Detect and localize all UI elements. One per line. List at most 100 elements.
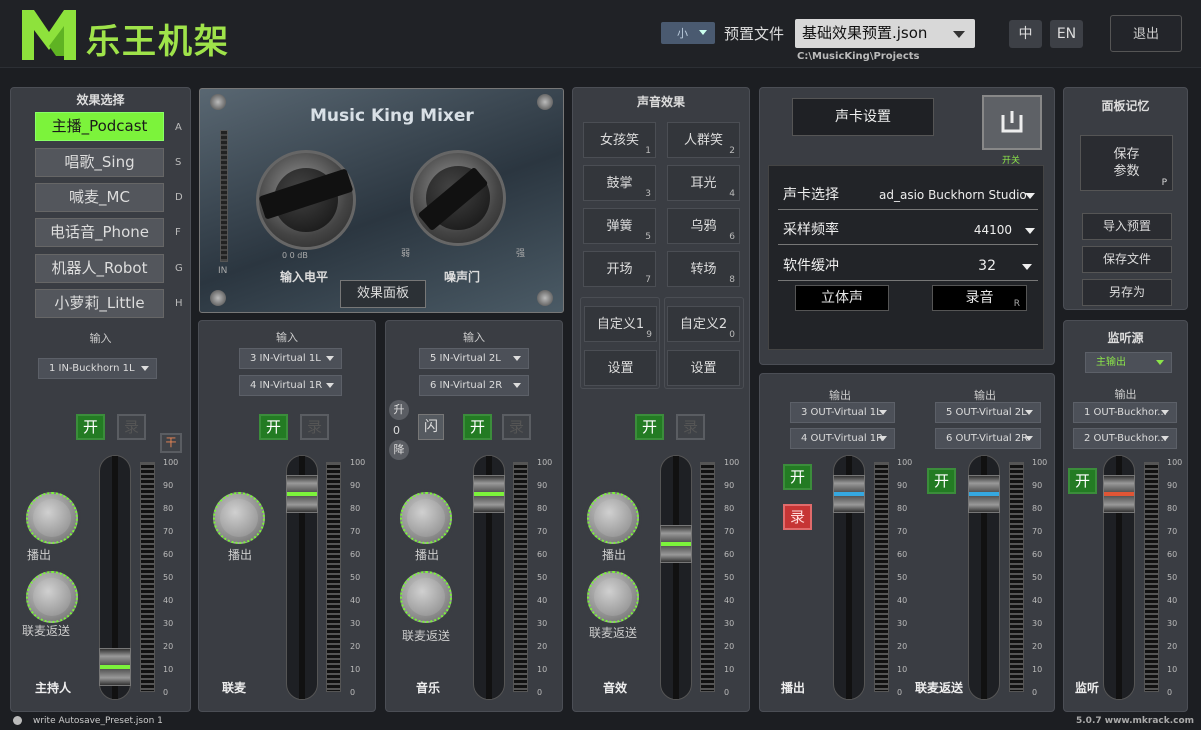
- effect-podcast-button[interactable]: 主播_Podcast: [35, 112, 164, 141]
- save-params-button[interactable]: 保存 参数 P: [1080, 135, 1173, 191]
- music-broadcast-knob-cap: [407, 499, 445, 537]
- monitor-scale-tick: 40: [1167, 596, 1178, 605]
- host-on-button[interactable]: 开: [76, 414, 105, 440]
- music-channel-name: 音乐: [416, 681, 441, 695]
- monitor-out1-dropdown[interactable]: 1 OUT-Buckhor...: [1073, 402, 1177, 423]
- music-flash-button[interactable]: 闪: [418, 414, 444, 440]
- host-broadcast-knob-label: 播出: [27, 548, 52, 562]
- buffer-row[interactable]: 软件缓冲 32: [778, 252, 1038, 281]
- effect-mc-button[interactable]: 喊麦_MC: [35, 183, 164, 212]
- broadcast-scale-tick: 50: [897, 573, 908, 582]
- monitor-output-label: 输出: [1114, 388, 1137, 401]
- sfx-button[interactable]: 人群笑 2: [667, 122, 740, 158]
- broadcast-on-button[interactable]: 开: [783, 464, 812, 490]
- broadcast-fader-knob[interactable]: [833, 474, 865, 513]
- return-scale-tick: 60: [1032, 550, 1043, 559]
- music-fader-knob[interactable]: [473, 474, 505, 513]
- return-out2-dropdown[interactable]: 6 OUT-Virtual 2R: [935, 428, 1041, 449]
- effect-robot-button[interactable]: 机器人_Robot: [35, 254, 164, 283]
- guest-fader-knob[interactable]: [286, 474, 318, 513]
- host-broadcast-knob[interactable]: [26, 492, 78, 544]
- music-on-button[interactable]: 开: [463, 414, 492, 440]
- music-rec-button[interactable]: 录: [502, 414, 531, 440]
- return-out1-dropdown[interactable]: 5 OUT-Virtual 2L: [935, 402, 1041, 423]
- music-input2-dropdown[interactable]: 6 IN-Virtual 2R: [419, 375, 529, 396]
- size-dropdown[interactable]: 小: [661, 22, 715, 44]
- sfx-fader-indicator: [661, 541, 691, 546]
- broadcast-rec-button[interactable]: 录: [783, 504, 812, 530]
- sfx-button[interactable]: 开场 7: [583, 251, 656, 287]
- return-fader-knob[interactable]: [968, 474, 1000, 513]
- custom1-key: 9: [646, 330, 652, 340]
- lang-cn-button[interactable]: 中: [1009, 20, 1042, 48]
- custom2-button[interactable]: 自定义2 0: [667, 306, 740, 342]
- effect-phone-button[interactable]: 电话音_Phone: [35, 218, 164, 247]
- host-dry-button[interactable]: 干: [160, 433, 182, 453]
- stereo-button[interactable]: 立体声: [795, 285, 889, 311]
- sfx-button[interactable]: 鼓掌 3: [583, 165, 656, 201]
- monitor-source-dropdown[interactable]: 主输出: [1085, 352, 1172, 373]
- chevron-down-icon: [513, 356, 521, 361]
- music-up-button[interactable]: 升: [389, 400, 409, 420]
- custom1-settings-button[interactable]: 设置: [584, 350, 657, 386]
- broadcast-scale-tick: 70: [897, 527, 908, 536]
- sfx-fader-track[interactable]: [660, 455, 692, 700]
- broadcast-channel-name: 播出: [781, 681, 806, 695]
- power-button[interactable]: [982, 95, 1042, 150]
- sfx-button[interactable]: 乌鸦 6: [667, 208, 740, 244]
- effect-little-button[interactable]: 小萝莉_Little: [35, 289, 164, 318]
- sfx-broadcast-knob[interactable]: [587, 492, 639, 544]
- custom1-button[interactable]: 自定义1 9: [584, 306, 657, 342]
- sfx-fader-knob[interactable]: [660, 524, 692, 563]
- guest-rec-button[interactable]: 录: [300, 414, 329, 440]
- music-return-knob[interactable]: [400, 571, 452, 623]
- sfx-button[interactable]: 弹簧 5: [583, 208, 656, 244]
- soundcard-select-row[interactable]: 声卡选择 ad_asio Buckhorn Studio: [778, 181, 1038, 210]
- sfx-button[interactable]: 女孩笑 1: [583, 122, 656, 158]
- sfx-button[interactable]: 转场 8: [667, 251, 740, 287]
- broadcast-scale-tick: 90: [897, 481, 908, 490]
- preset-dropdown[interactable]: 基础效果预置.json: [795, 19, 975, 48]
- host-fader-knob[interactable]: [99, 648, 131, 687]
- lang-en-button[interactable]: EN: [1050, 20, 1083, 48]
- custom2-settings-button[interactable]: 设置: [667, 350, 740, 386]
- broadcast-scale-tick: 20: [897, 642, 908, 651]
- host-input-dropdown[interactable]: 1 IN-Buckhorn 1L: [38, 358, 157, 379]
- import-preset-button[interactable]: 导入预置: [1082, 213, 1172, 240]
- sfx-button[interactable]: 耳光 4: [667, 165, 740, 201]
- effect-sing-button[interactable]: 唱歌_Sing: [35, 148, 164, 177]
- save-as-button[interactable]: 另存为: [1082, 279, 1172, 306]
- music-input1-dropdown[interactable]: 5 IN-Virtual 2L: [419, 348, 529, 369]
- chevron-down-icon: [1156, 360, 1164, 365]
- return-on-button[interactable]: 开: [927, 468, 956, 494]
- monitor-on-button[interactable]: 开: [1068, 468, 1097, 494]
- monitor-out2-dropdown[interactable]: 2 OUT-Buckhor...: [1073, 428, 1177, 449]
- monitor-fader-knob[interactable]: [1103, 474, 1135, 513]
- sfx-return-knob[interactable]: [587, 571, 639, 623]
- broadcast-scale-tick: 80: [897, 504, 908, 513]
- host-return-knob[interactable]: [26, 571, 78, 623]
- broadcast-out2-dropdown[interactable]: 4 OUT-Virtual 1R: [790, 428, 895, 449]
- host-rec-button[interactable]: 录: [117, 414, 146, 440]
- exit-button[interactable]: 退出: [1110, 15, 1182, 52]
- music-broadcast-knob[interactable]: [400, 492, 452, 544]
- guest-on-button[interactable]: 开: [259, 414, 288, 440]
- music-down-button[interactable]: 降: [389, 440, 409, 460]
- soundcard-settings-button[interactable]: 声卡设置: [792, 98, 934, 136]
- return-level-meter: [1009, 462, 1024, 692]
- guest-input1-dropdown[interactable]: 3 IN-Virtual 1L: [239, 348, 342, 369]
- guest-input2-dropdown[interactable]: 4 IN-Virtual 1R: [239, 375, 342, 396]
- guest-broadcast-knob[interactable]: [213, 492, 265, 544]
- music-input-label: 输入: [463, 331, 485, 344]
- sfx-rec-button[interactable]: 录: [676, 414, 705, 440]
- broadcast-out1-dropdown[interactable]: 3 OUT-Virtual 1L: [790, 402, 895, 423]
- host-scale-tick: 40: [163, 596, 174, 605]
- weak-label: 弱: [401, 249, 411, 259]
- effects-panel-button[interactable]: 效果面板: [340, 280, 426, 308]
- save-file-button[interactable]: 保存文件: [1082, 246, 1172, 273]
- sfx-button-grid: 女孩笑 1 人群笑 2 鼓掌 3 耳光 4 弹簧 5 乌鸦 6 开场 7 转场 8: [583, 122, 743, 292]
- sample-rate-row[interactable]: 采样频率 44100: [778, 216, 1038, 245]
- record-button[interactable]: 录音 R: [932, 285, 1027, 311]
- music-scale-tick: 50: [537, 573, 548, 582]
- sfx-on-button[interactable]: 开: [635, 414, 664, 440]
